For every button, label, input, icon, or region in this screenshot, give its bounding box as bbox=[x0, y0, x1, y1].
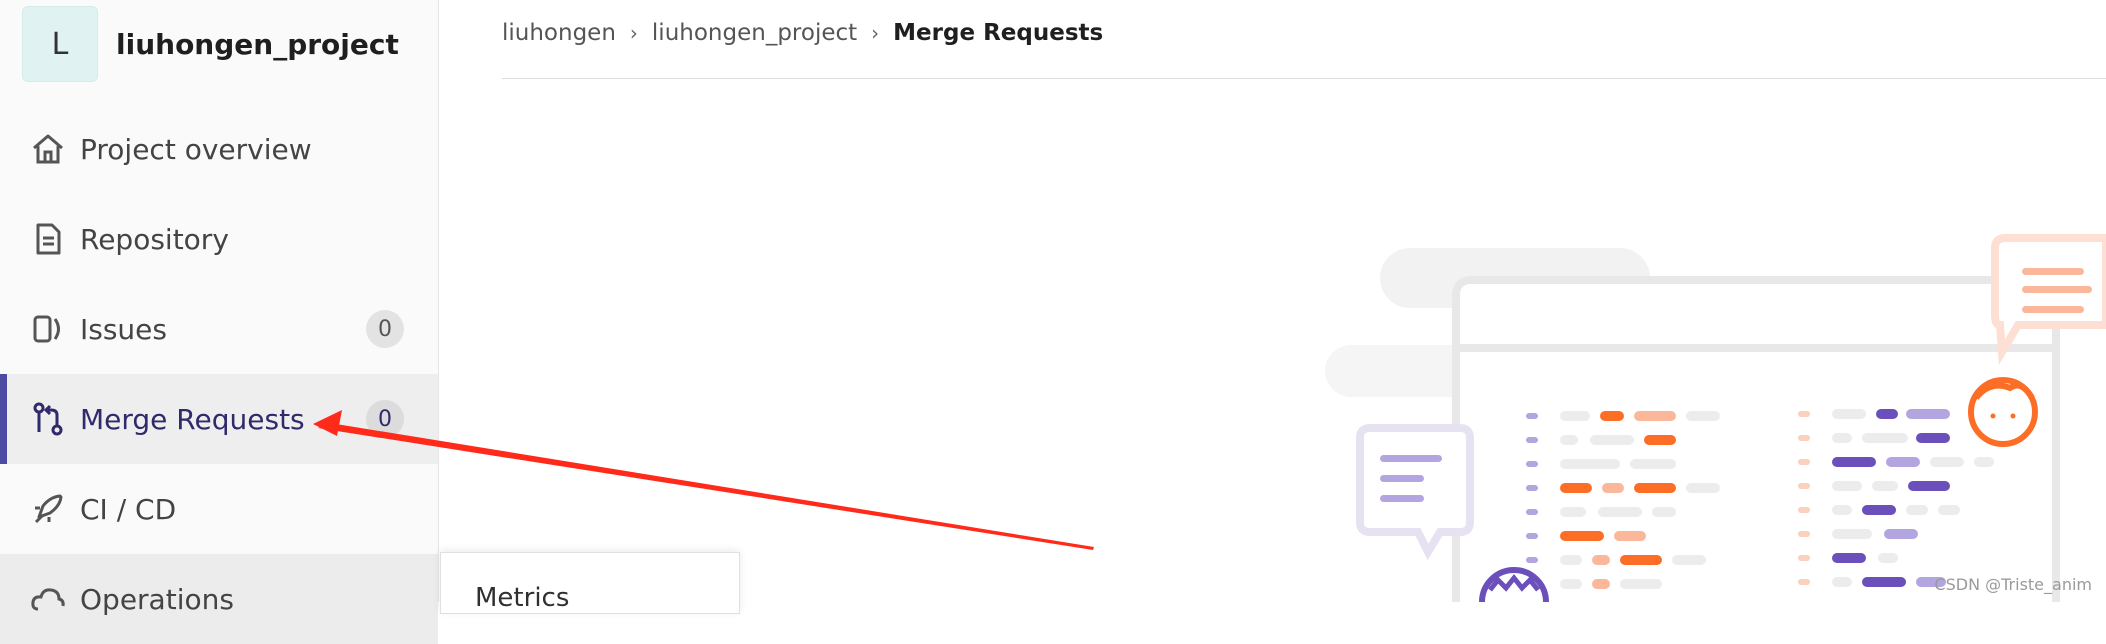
sidebar-item-repository[interactable]: Repository bbox=[0, 194, 438, 284]
rocket-icon bbox=[34, 494, 63, 524]
project-name[interactable]: liuhongen_project bbox=[116, 28, 399, 61]
sidebar-item-label: Project overview bbox=[80, 132, 312, 166]
chevron-right-icon: › bbox=[871, 21, 880, 45]
empty-state-illustration bbox=[1325, 234, 2106, 602]
breadcrumb-current-page[interactable]: Merge Requests bbox=[893, 20, 1103, 46]
sidebar: L liuhongen_project Project overview Rep… bbox=[0, 0, 439, 644]
issues-count-badge: 0 bbox=[366, 310, 404, 348]
header-divider bbox=[502, 78, 2106, 79]
breadcrumb-link-project[interactable]: liuhongen_project bbox=[652, 20, 857, 46]
document-icon bbox=[36, 223, 61, 255]
sidebar-item-ci-cd[interactable]: CI / CD bbox=[0, 464, 438, 554]
sidebar-item-project-overview[interactable]: Project overview bbox=[0, 104, 438, 194]
cloud-gear-icon bbox=[31, 588, 65, 611]
comment-bubble-purple bbox=[1356, 424, 1474, 561]
sidebar-item-issues[interactable]: Issues 0 bbox=[0, 284, 438, 374]
sidebar-item-label: Repository bbox=[80, 222, 229, 256]
project-avatar[interactable]: L bbox=[22, 6, 98, 82]
sidebar-item-merge-requests[interactable]: Merge Requests 0 bbox=[0, 374, 438, 464]
chevron-right-icon: › bbox=[629, 21, 638, 45]
breadcrumb: liuhongen › liuhongen_project › Merge Re… bbox=[502, 18, 1103, 48]
operations-flyout-menu: Metrics bbox=[440, 552, 740, 614]
breadcrumb-link-group[interactable]: liuhongen bbox=[502, 20, 616, 46]
sidebar-item-label: CI / CD bbox=[80, 492, 177, 526]
sidebar-item-label: Issues bbox=[80, 312, 167, 346]
merge-request-icon bbox=[33, 402, 63, 436]
project-header[interactable]: L liuhongen_project bbox=[22, 6, 399, 82]
flyout-item-metrics[interactable]: Metrics bbox=[475, 583, 569, 613]
sidebar-item-operations[interactable]: Operations bbox=[0, 554, 438, 644]
merge-requests-count-badge: 0 bbox=[366, 400, 404, 438]
home-icon bbox=[33, 134, 63, 164]
sidebar-item-label: Operations bbox=[80, 582, 234, 616]
watermark: CSDN @Triste_anim bbox=[1934, 575, 2092, 594]
sidebar-item-label: Merge Requests bbox=[80, 402, 305, 436]
issues-icon bbox=[33, 315, 60, 343]
avatar-orange-face-icon bbox=[1968, 377, 2038, 447]
